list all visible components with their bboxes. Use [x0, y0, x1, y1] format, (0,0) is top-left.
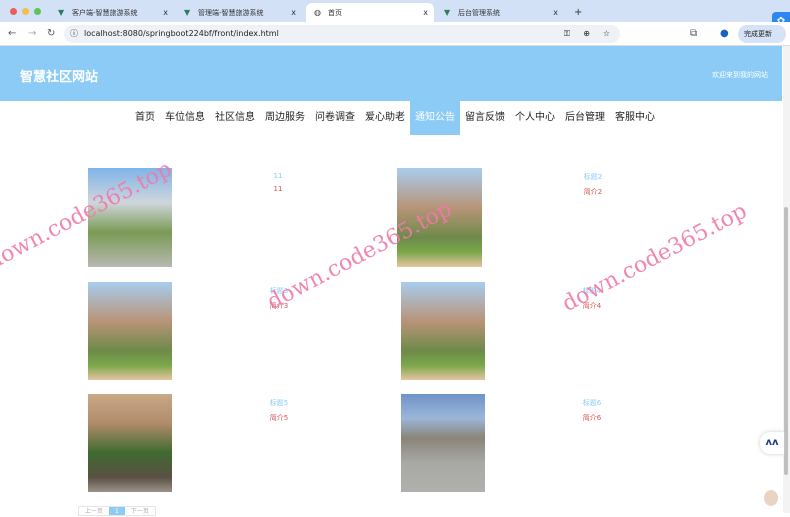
notice-title[interactable]: 标题2 — [573, 172, 613, 182]
menu-item-community[interactable]: 社区信息 — [210, 101, 260, 135]
browser-tab-bar: ▼ 客户端-智慧旅游系统 x ▼ 管理端-智慧旅游系统 x ◍ 首页 x ▼ 后台管理系统 x … — [0, 0, 790, 22]
close-icon[interactable]: x — [291, 8, 296, 17]
notice-desc: 简介2 — [583, 188, 603, 196]
browser-tab[interactable]: ▼ 管理端-智慧旅游系统 x — [176, 3, 302, 22]
tab-label: 管理端-智慧旅游系统 — [198, 8, 264, 17]
tab-label: 后台管理系统 — [458, 8, 500, 17]
menu-item-home[interactable]: 首页 — [130, 101, 160, 135]
menu-item-feedback[interactable]: 留言反馈 — [460, 101, 510, 135]
notice-desc: 11 — [273, 185, 283, 193]
vue-icon: ▼ — [58, 8, 65, 17]
update-button[interactable]: 完成更新 — [738, 25, 786, 43]
vue-icon: ▼ — [444, 8, 451, 17]
menu-item-support[interactable]: 客服中心 — [610, 101, 660, 135]
url-text: localhost:8080/springboot224bf/front/ind… — [84, 29, 279, 38]
tab-label: 首页 — [328, 8, 342, 17]
new-tab-button[interactable]: + — [566, 3, 586, 22]
close-icon[interactable]: x — [553, 8, 558, 17]
notice-image[interactable] — [397, 168, 482, 267]
url-input[interactable]: ⓘ localhost:8080/springboot224bf/front/in… — [64, 25, 620, 43]
browser-tab[interactable]: ▼ 客户端-智慧旅游系统 x — [50, 3, 174, 22]
notice-item[interactable]: 标题4 简介4 — [401, 282, 701, 382]
profile-icon[interactable]: ● — [720, 28, 729, 39]
globe-icon: ◍ — [314, 8, 321, 17]
pagination: 上一页 1 下一页 — [78, 506, 156, 516]
extensions-icon[interactable]: ⧉ — [690, 28, 697, 39]
site-header: 智慧社区网站 欢迎来到我的网站 — [0, 46, 782, 101]
assistant-float-icon[interactable]: ʌʌ — [760, 432, 784, 454]
menu-item-admin[interactable]: 后台管理 — [560, 101, 610, 135]
zoom-icon[interactable]: ⊕ — [583, 25, 590, 43]
info-icon: ⓘ — [70, 29, 78, 38]
menu-item-notices[interactable]: 通知公告 — [410, 101, 460, 135]
notice-title[interactable]: 标题6 — [572, 398, 612, 408]
site-title: 智慧社区网站 — [20, 70, 99, 85]
notice-image[interactable] — [401, 282, 485, 380]
notice-desc: 简介3 — [269, 302, 289, 310]
scrollbar-thumb[interactable] — [784, 207, 788, 475]
notice-item[interactable]: 标题2 简介2 — [397, 168, 697, 268]
menu-item-services[interactable]: 周边服务 — [260, 101, 310, 135]
back-icon[interactable]: ← — [8, 28, 16, 39]
notice-desc: 简介5 — [269, 414, 289, 422]
notice-title[interactable]: 标题5 — [259, 398, 299, 408]
prev-page-button[interactable]: 上一页 — [79, 507, 109, 515]
browser-tab[interactable]: ▼ 后台管理系统 x — [436, 3, 564, 22]
forward-icon[interactable]: → — [28, 28, 36, 39]
notice-item[interactable]: 标题3 简介3 — [88, 282, 388, 382]
menu-item-profile[interactable]: 个人中心 — [510, 101, 560, 135]
address-bar-row: ← → ↻ ⓘ localhost:8080/springboot224bf/fr… — [0, 22, 790, 46]
notice-item[interactable]: 标题5 简介5 — [88, 394, 388, 494]
notice-image[interactable] — [401, 394, 485, 492]
page-1-button[interactable]: 1 — [109, 507, 125, 515]
tab-label: 客户端-智慧旅游系统 — [72, 8, 138, 17]
notice-image[interactable] — [88, 394, 172, 492]
menu-item-elderly[interactable]: 爱心助老 — [360, 101, 410, 135]
reload-icon[interactable]: ↻ — [47, 28, 55, 39]
key-icon[interactable]: ⚿ — [564, 25, 570, 43]
star-icon[interactable]: ☆ — [603, 25, 610, 43]
notice-desc: 简介4 — [582, 302, 602, 310]
browser-tab-active[interactable]: ◍ 首页 x — [306, 3, 434, 22]
notice-image[interactable] — [88, 282, 172, 380]
notice-image[interactable] — [88, 168, 172, 267]
vue-icon: ▼ — [184, 8, 191, 17]
close-icon[interactable]: x — [423, 8, 428, 17]
notice-title[interactable]: 标题3 — [259, 286, 299, 296]
avatar[interactable] — [764, 490, 778, 506]
notice-title[interactable]: 11 — [258, 172, 298, 180]
welcome-text: 欢迎来到我的网站 — [712, 71, 768, 79]
next-page-button[interactable]: 下一页 — [125, 507, 155, 515]
notice-item[interactable]: 11 11 — [88, 168, 388, 268]
window-controls[interactable] — [10, 8, 41, 15]
notice-item[interactable]: 标题6 简介6 — [401, 394, 701, 494]
menu-item-parking[interactable]: 车位信息 — [160, 101, 210, 135]
notice-title[interactable]: 标题4 — [572, 286, 612, 296]
main-menu: 首页 车位信息 社区信息 周边服务 问卷调查 爱心助老 通知公告 留言反馈 个人… — [0, 101, 782, 135]
close-icon[interactable]: x — [163, 8, 168, 17]
notice-desc: 简介6 — [582, 414, 602, 422]
menu-item-survey[interactable]: 问卷调查 — [310, 101, 360, 135]
